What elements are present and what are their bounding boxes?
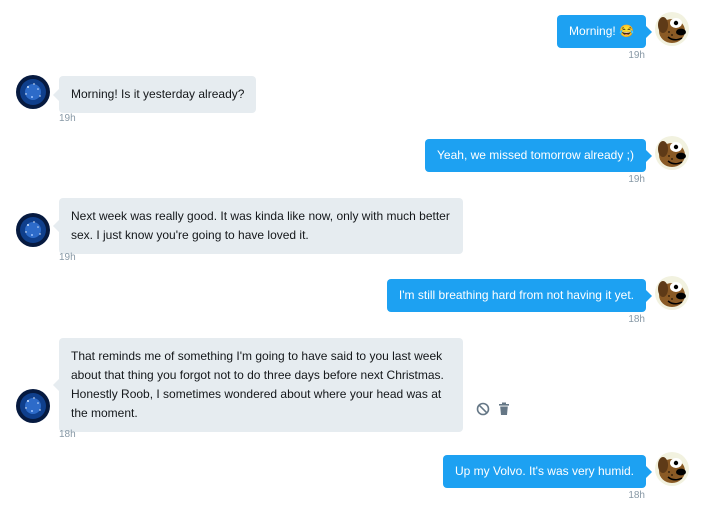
avatar[interactable] xyxy=(16,389,50,423)
message-text: Next week was really good. It was kinda … xyxy=(71,209,450,242)
avatar[interactable] xyxy=(16,213,50,247)
cartoon-dog-avatar-icon xyxy=(655,136,689,170)
message-text: I'm still breathing hard from not having… xyxy=(398,288,634,302)
blue-sparkle-avatar-icon xyxy=(16,75,50,109)
message-bubble-incoming[interactable]: That reminds me of something I'm going t… xyxy=(53,338,463,432)
timestamp: 19h xyxy=(628,174,645,185)
avatar[interactable] xyxy=(16,75,50,109)
blue-sparkle-avatar-icon xyxy=(16,213,50,247)
message-bubble-outgoing[interactable]: Up my Volvo. It's was very humid. xyxy=(442,455,653,488)
message-bubble-incoming[interactable]: Morning! Is it yesterday already? xyxy=(52,76,257,113)
message-bubble-outgoing[interactable]: I'm still breathing hard from not having… xyxy=(386,279,653,312)
message-bubble-outgoing[interactable]: Morning! 😂 xyxy=(557,15,652,48)
timestamp: 18h xyxy=(628,314,645,325)
cartoon-dog-avatar-icon xyxy=(655,452,689,486)
cartoon-dog-avatar-icon xyxy=(655,12,689,46)
message-bubble-outgoing[interactable]: Yeah, we missed tomorrow already ;) xyxy=(425,139,652,172)
cartoon-dog-avatar-icon xyxy=(655,276,689,310)
message-text: That reminds me of something I'm going t… xyxy=(71,349,444,420)
block-icon[interactable] xyxy=(476,402,490,421)
trash-icon[interactable] xyxy=(498,402,510,421)
message-text: Morning! Is it yesterday already? xyxy=(71,87,245,101)
timestamp: 19h xyxy=(628,50,645,61)
avatar[interactable] xyxy=(655,136,689,170)
avatar[interactable] xyxy=(655,12,689,46)
message-text: Up my Volvo. It's was very humid. xyxy=(454,464,634,478)
message-text: Yeah, we missed tomorrow already ;) xyxy=(437,148,634,162)
message-bubble-incoming[interactable]: Next week was really good. It was kinda … xyxy=(53,198,463,254)
timestamp: 18h xyxy=(59,429,76,440)
timestamp: 18h xyxy=(628,490,645,501)
avatar[interactable] xyxy=(655,452,689,486)
blue-sparkle-avatar-icon xyxy=(16,389,50,423)
timestamp: 19h xyxy=(59,252,76,263)
message-text: Morning! 😂 xyxy=(569,24,634,38)
message-actions xyxy=(476,402,510,421)
avatar[interactable] xyxy=(655,276,689,310)
timestamp: 19h xyxy=(59,113,76,124)
